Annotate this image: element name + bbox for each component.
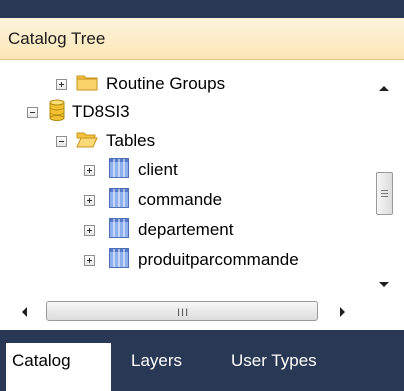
expand-icon[interactable]: [56, 78, 67, 90]
tree-node-table-produitparcommande[interactable]: produitparcommande: [84, 246, 370, 274]
tab-bar: Catalog Layers User Types: [0, 330, 404, 391]
expand-icon[interactable]: [84, 164, 95, 176]
tree-node-label: Tables: [106, 131, 156, 150]
scroll-down-arrow-icon[interactable]: [379, 282, 389, 287]
tab-layers[interactable]: Layers: [131, 343, 182, 379]
table-icon: [109, 157, 129, 183]
tree-node-label: commande: [138, 190, 223, 209]
tree-node-label: client: [138, 160, 178, 179]
folder-open-icon: [76, 130, 98, 153]
table-icon: [109, 187, 129, 213]
panel-header: Catalog Tree: [0, 18, 404, 60]
tree-node-label: departement: [138, 220, 234, 239]
table-icon: [109, 247, 129, 273]
scroll-right-arrow-icon[interactable]: [340, 307, 345, 317]
collapse-icon[interactable]: [56, 135, 67, 147]
tree-node-table-commande[interactable]: commande: [84, 186, 222, 214]
tree-node-table-client[interactable]: client: [84, 156, 178, 184]
horizontal-scrollbar[interactable]: III: [0, 294, 404, 330]
expand-icon[interactable]: [84, 224, 95, 236]
tab-user-types[interactable]: User Types: [231, 343, 317, 379]
tab-label: Layers: [131, 351, 183, 370]
scroll-up-arrow-icon[interactable]: [379, 86, 389, 91]
top-strip: [0, 0, 404, 18]
tree-node-routine-groups[interactable]: Routine Groups: [56, 70, 225, 98]
scroll-left-arrow-icon[interactable]: [22, 307, 27, 317]
tab-catalog[interactable]: Catalog: [6, 343, 111, 391]
tree-node-database[interactable]: TD8SI3: [27, 98, 130, 126]
horizontal-scroll-thumb[interactable]: III: [46, 301, 318, 321]
tree-node-label: produitparcommande: [138, 250, 299, 269]
scroll-grip-icon: III: [177, 307, 190, 319]
tree-node-table-departement[interactable]: departement: [84, 216, 233, 244]
panel-title: Catalog Tree: [8, 29, 106, 48]
tree-node-label: Routine Groups: [106, 74, 226, 93]
vertical-scroll-thumb[interactable]: [376, 172, 393, 215]
tab-label: User Types: [231, 351, 317, 370]
tree-node-tables[interactable]: Tables: [56, 127, 155, 155]
tree-node-label: TD8SI3: [72, 102, 130, 121]
tab-label: Catalog: [12, 351, 71, 370]
expand-icon[interactable]: [84, 254, 95, 266]
vertical-scrollbar[interactable]: [370, 60, 404, 294]
expand-icon[interactable]: [84, 194, 95, 206]
collapse-icon[interactable]: [27, 106, 38, 118]
folder-closed-icon: [76, 73, 98, 96]
catalog-tree: Routine Groups TD8SI3 Tables client comm…: [0, 60, 404, 330]
table-icon: [109, 217, 129, 243]
database-icon: [48, 99, 66, 126]
